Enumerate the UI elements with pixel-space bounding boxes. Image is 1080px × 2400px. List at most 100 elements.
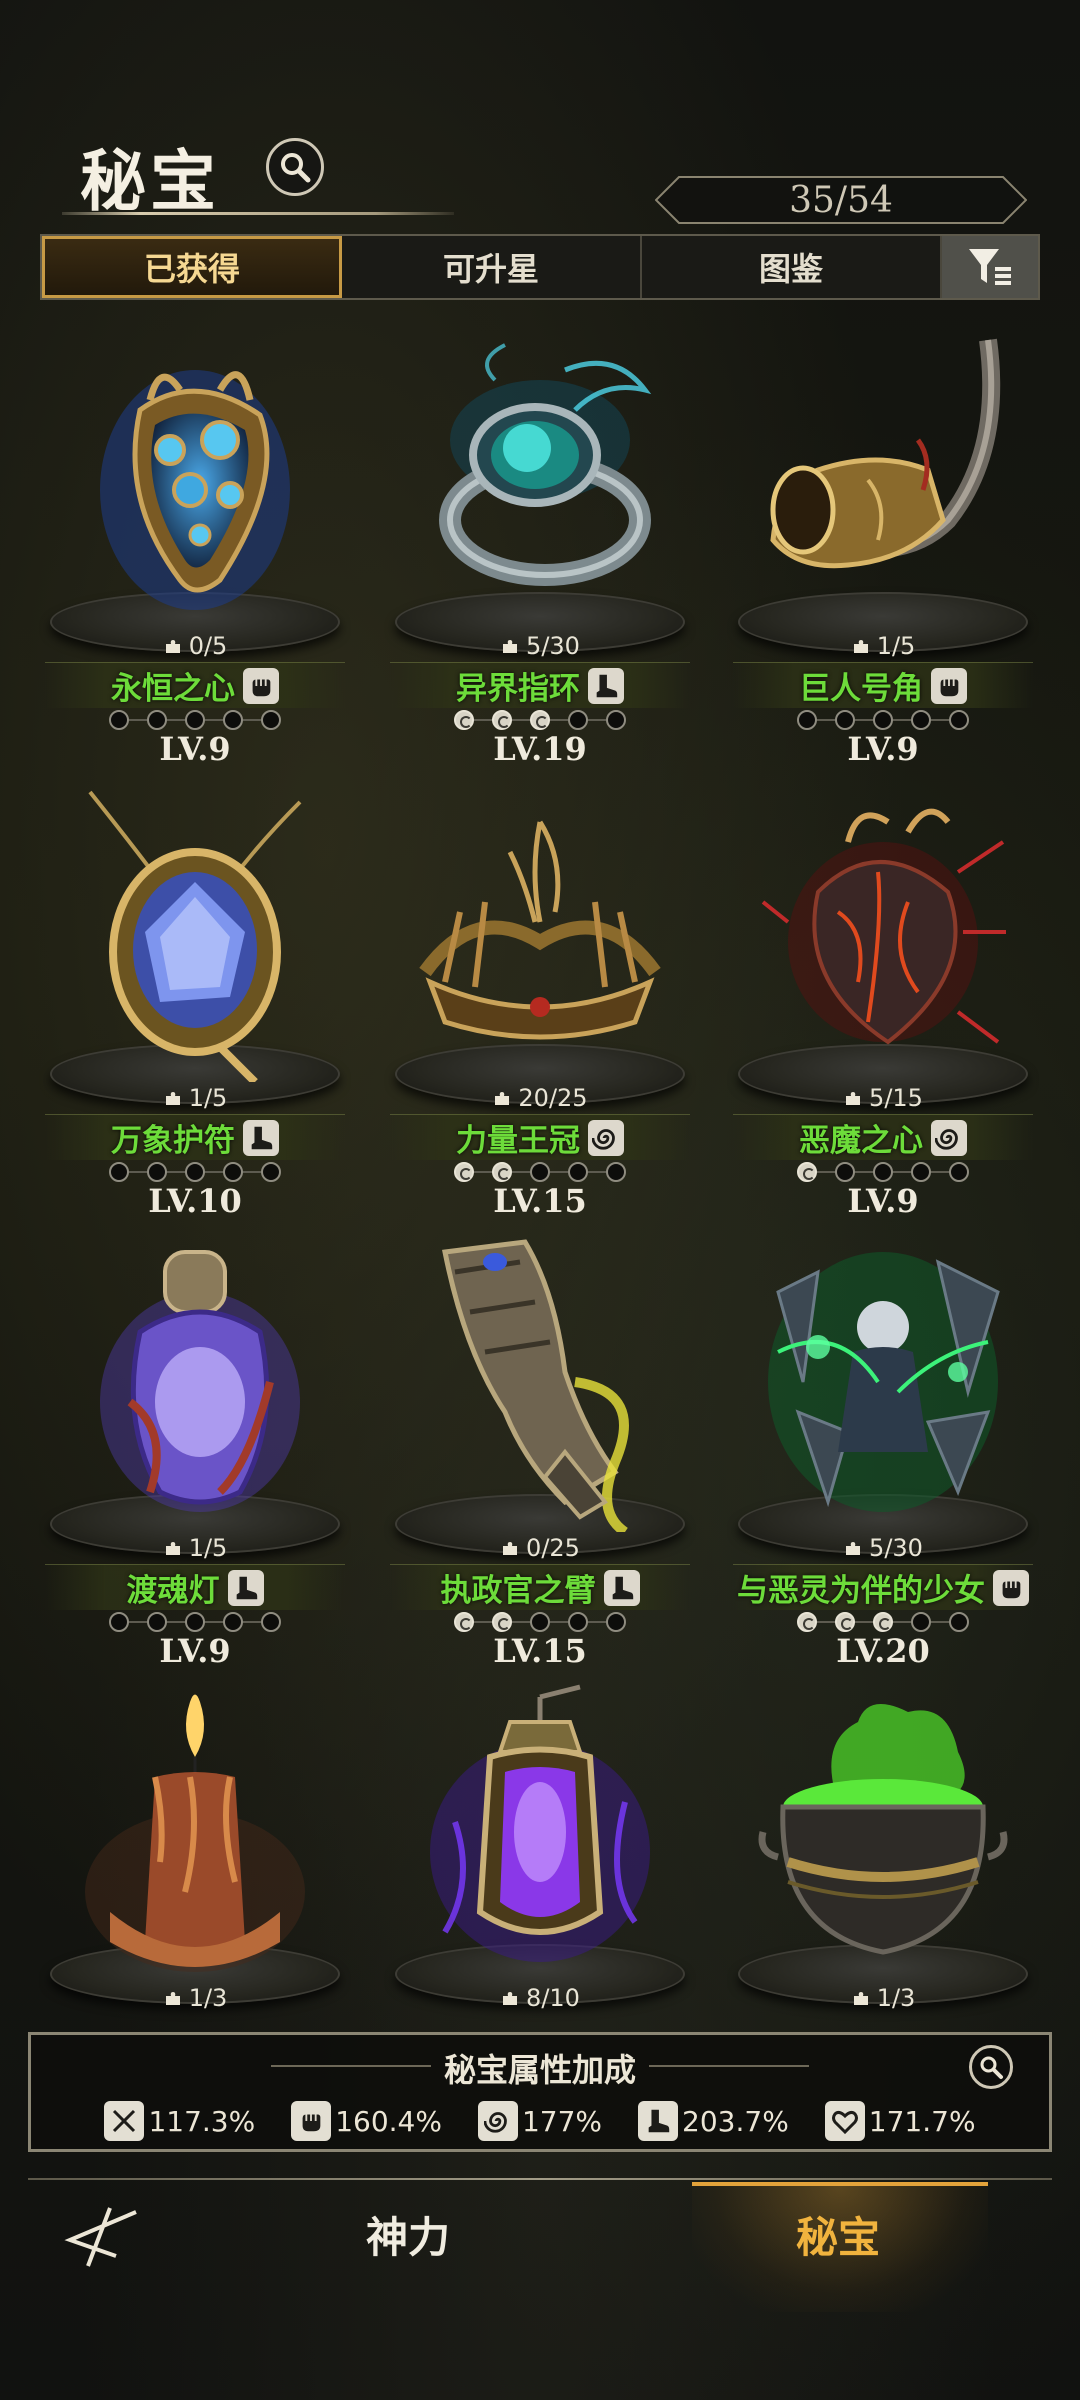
star-empty-icon bbox=[873, 1162, 893, 1182]
fragment-icon bbox=[165, 640, 180, 653]
stats-detail-button[interactable] bbox=[969, 2045, 1013, 2089]
tab-codex[interactable]: 图鉴 bbox=[642, 236, 942, 298]
stat-value: 171.7% bbox=[868, 2104, 976, 2138]
treasure-card[interactable]: 5/30 异界指环 LV.19 bbox=[370, 310, 710, 768]
fragment-count: 0/25 bbox=[370, 1534, 710, 1562]
star-filled-icon bbox=[797, 1162, 817, 1182]
star-empty-icon bbox=[911, 1612, 931, 1632]
treasure-card[interactable]: 0/5 永恒之心 LV.9 bbox=[25, 310, 365, 768]
fragment-icon bbox=[503, 1542, 518, 1555]
star-filled-icon bbox=[835, 1612, 855, 1632]
spiral-icon bbox=[931, 1119, 967, 1156]
heart-mechanical-icon bbox=[70, 330, 320, 630]
star-empty-icon bbox=[568, 710, 588, 730]
title-underline bbox=[62, 212, 454, 215]
sword-icon bbox=[104, 2101, 145, 2141]
back-icon[interactable] bbox=[52, 2202, 142, 2272]
fist-icon bbox=[243, 667, 279, 704]
treasure-card[interactable]: 1/5 渡魂灯 LV.9 bbox=[25, 1212, 365, 1670]
nav-divine-power[interactable]: 神力 bbox=[366, 2204, 450, 2265]
star-empty-icon bbox=[606, 1612, 626, 1632]
stat-value: 160.4% bbox=[335, 2104, 442, 2138]
star-rating bbox=[370, 708, 710, 732]
tab-upgradable[interactable]: 可升星 bbox=[342, 236, 642, 298]
fragment-count: 0/5 bbox=[25, 632, 365, 660]
stat-bonus: 160.4% bbox=[291, 2101, 442, 2141]
star-empty-icon bbox=[185, 1162, 205, 1182]
fragment-icon bbox=[853, 640, 868, 653]
search-button[interactable] bbox=[266, 138, 324, 196]
filter-button[interactable] bbox=[942, 236, 1038, 298]
item-name: 永恒之心 bbox=[111, 671, 235, 707]
gauntlet-icon bbox=[415, 1232, 665, 1537]
ring-icon bbox=[415, 330, 665, 630]
fragment-count-text: 0/5 bbox=[188, 632, 228, 660]
item-name: 执政官之臂 bbox=[440, 1573, 596, 1609]
filter-icon bbox=[969, 249, 1011, 285]
treasure-card[interactable]: 1/5 万象护符 LV.10 bbox=[25, 762, 365, 1220]
star-filled-icon bbox=[492, 1162, 512, 1182]
cauldron-icon bbox=[758, 1682, 1008, 1982]
star-empty-icon bbox=[147, 1162, 167, 1182]
treasure-card[interactable]: 5/15 恶魔之心 LV.9 bbox=[713, 762, 1053, 1220]
star-empty-icon bbox=[949, 1162, 969, 1182]
fragment-count: 5/30 bbox=[370, 632, 710, 660]
star-rating bbox=[25, 708, 365, 732]
nav-treasures[interactable]: 秘宝 bbox=[796, 2204, 880, 2265]
star-empty-icon bbox=[911, 1162, 931, 1182]
spiral-icon bbox=[477, 2101, 518, 2141]
item-name-bar: 力量王冠 bbox=[390, 1114, 690, 1160]
fist-icon bbox=[291, 2101, 332, 2141]
star-filled-icon bbox=[873, 1612, 893, 1632]
fragment-count: 5/15 bbox=[713, 1084, 1053, 1112]
fist-icon bbox=[993, 1569, 1029, 1606]
star-empty-icon bbox=[185, 710, 205, 730]
star-rating bbox=[713, 1160, 1053, 1184]
fragment-icon bbox=[846, 1092, 861, 1105]
amulet-icon bbox=[70, 782, 320, 1085]
counter-frame bbox=[655, 176, 1027, 224]
item-name: 巨人号角 bbox=[799, 671, 923, 707]
treasure-card[interactable]: 20/25 力量王冠 LV.15 bbox=[370, 762, 710, 1220]
star-empty-icon bbox=[949, 710, 969, 730]
stats-title: 秘宝属性加成 bbox=[443, 2051, 636, 2089]
star-filled-icon bbox=[797, 1612, 817, 1632]
fragment-count-text: 5/30 bbox=[869, 1534, 923, 1562]
star-empty-icon bbox=[568, 1612, 588, 1632]
fragment-count: 1/5 bbox=[713, 632, 1053, 660]
star-empty-icon bbox=[530, 1612, 550, 1632]
fragment-count-text: 1/5 bbox=[188, 1534, 228, 1562]
item-name: 渡魂灯 bbox=[126, 1573, 220, 1609]
star-empty-icon bbox=[606, 710, 626, 730]
star-empty-icon bbox=[109, 710, 129, 730]
star-empty-icon bbox=[223, 710, 243, 730]
boot-icon bbox=[227, 1569, 264, 1606]
star-filled-icon bbox=[454, 1162, 474, 1182]
fragment-count: 1/3 bbox=[25, 1984, 365, 2012]
demon-heart-icon bbox=[758, 782, 1008, 1082]
star-empty-icon bbox=[109, 1162, 129, 1182]
boot-icon bbox=[243, 1119, 279, 1156]
star-filled-icon bbox=[454, 1612, 474, 1632]
treasure-card[interactable]: 0/25 执政官之臂 LV.15 bbox=[370, 1212, 710, 1670]
stat-value: 117.3% bbox=[148, 2104, 256, 2138]
tab-obtained[interactable]: 已获得 bbox=[42, 236, 342, 298]
treasure-card[interactable]: 5/30 与恶灵为伴的少女 LV.20 bbox=[713, 1212, 1053, 1670]
star-empty-icon bbox=[530, 1162, 550, 1182]
candle-icon bbox=[70, 1682, 320, 1982]
star-filled-icon bbox=[530, 710, 550, 730]
treasure-card[interactable]: 1/5 巨人号角 LV.9 bbox=[713, 310, 1053, 768]
star-empty-icon bbox=[185, 1612, 205, 1632]
fragment-count-text: 1/5 bbox=[188, 1084, 228, 1112]
star-empty-icon bbox=[606, 1162, 626, 1182]
fragment-icon bbox=[853, 1992, 868, 2005]
star-empty-icon bbox=[223, 1162, 243, 1182]
star-empty-icon bbox=[797, 710, 817, 730]
item-name-bar: 万象护符 bbox=[45, 1114, 345, 1160]
star-empty-icon bbox=[873, 710, 893, 730]
stats-panel: 秘宝属性加成 117.3% 160.4% 177% 203.7% 171.7% bbox=[28, 2032, 1052, 2152]
stats-row: 117.3% 160.4% 177% 203.7% 171.7% bbox=[31, 2101, 1049, 2141]
star-rating bbox=[713, 1610, 1053, 1634]
divider bbox=[649, 2065, 809, 2067]
fragment-icon bbox=[503, 640, 518, 653]
